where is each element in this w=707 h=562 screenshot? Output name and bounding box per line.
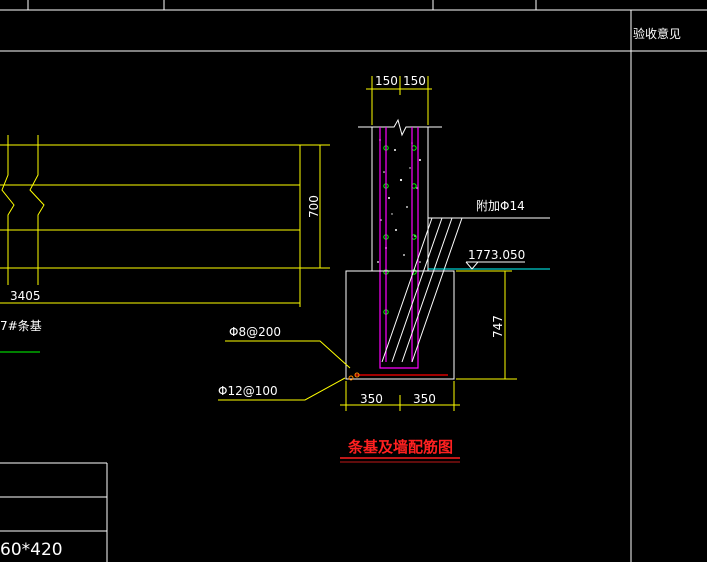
beam-label: 7#条基	[0, 319, 42, 333]
wall-rebar-dots	[383, 145, 417, 315]
drawing-title: 条基及墙配筋图	[347, 438, 453, 456]
stirrup-label: Φ8@200	[229, 325, 281, 339]
beam-length-dim: 3405	[10, 289, 41, 303]
wall-dim-left: 150	[375, 74, 398, 88]
wall-dim-right: 150	[403, 74, 426, 88]
footing-height-dim: 747	[491, 315, 505, 338]
wall-concrete-hatch	[377, 139, 421, 263]
beam-elevation	[0, 135, 330, 307]
dimension-lines	[218, 76, 517, 411]
bottom-bar-label: Φ12@100	[218, 384, 278, 398]
table-value: 60*420	[0, 540, 63, 560]
beam-height-dim: 700	[307, 195, 321, 218]
anchor-bars	[381, 217, 463, 363]
wall-section	[358, 118, 442, 271]
title-block-frame	[0, 0, 707, 562]
elevation-label: 1773.050	[468, 248, 525, 262]
footing-dim-left: 350	[360, 392, 383, 406]
cad-drawing-canvas[interactable]: 验收意见 60*420 700 3405 7#条基 附加Φ14 1773.050…	[0, 0, 707, 562]
elevation-mark	[465, 261, 480, 270]
acceptance-opinion-label: 验收意见	[633, 26, 681, 41]
footing-dim-right: 350	[413, 392, 436, 406]
anchor-bar-label: 附加Φ14	[476, 199, 525, 213]
